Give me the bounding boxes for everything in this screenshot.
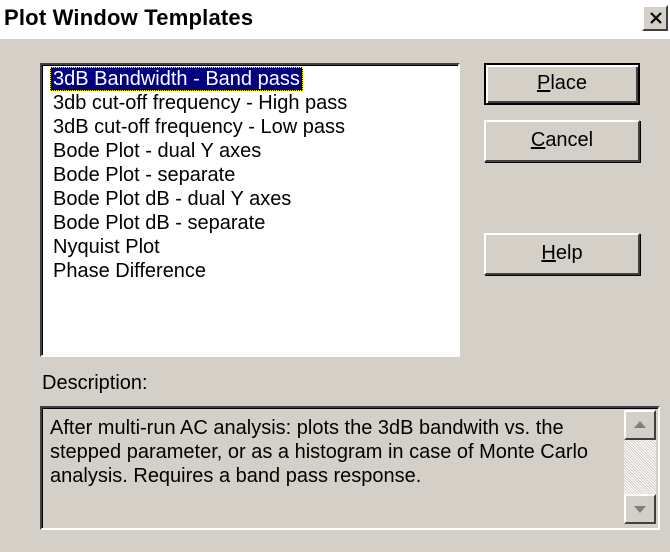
scroll-down-button[interactable] [624,494,656,524]
place-accel: P [536,72,551,94]
description-scrollbar[interactable] [624,410,656,524]
place-button[interactable]: Place [484,63,640,105]
list-item[interactable]: Bode Plot - separate [50,163,238,187]
list-item[interactable]: Bode Plot dB - dual Y axes [50,187,294,211]
title-bar[interactable]: Plot Window Templates [0,0,670,39]
description-label: Description: [42,372,148,394]
description-box: After multi-run AC analysis: plots the 3… [40,406,660,530]
list-item[interactable]: Nyquist Plot [50,235,163,259]
arrow-up-icon [634,421,646,428]
arrow-down-icon [634,506,646,513]
list-item[interactable]: 3db cut-off frequency - High pass [50,91,350,115]
cancel-accel: C [530,129,546,151]
list-item[interactable]: Bode Plot dB - separate [50,211,268,235]
dialog-title: Plot Window Templates [4,5,254,30]
help-label: elp [555,242,583,264]
list-item[interactable]: Phase Difference [50,259,209,283]
help-button[interactable]: Help [484,233,640,275]
help-accel: H [541,242,556,264]
place-label: lace [550,72,588,94]
cancel-label: ancel [545,129,594,151]
scroll-up-button[interactable] [624,410,656,440]
description-text: After multi-run AC analysis: plots the 3… [50,417,589,487]
close-icon [650,12,662,24]
list-item[interactable]: 3dB cut-off frequency - Low pass [50,115,348,139]
cancel-button[interactable]: Cancel [484,120,640,162]
list-item[interactable]: 3dB Bandwidth - Band pass [50,67,303,91]
plot-window-templates-dialog: Plot Window Templates 3dB Bandwidth - Ba… [0,0,670,552]
template-list[interactable]: 3dB Bandwidth - Band pass 3db cut-off fr… [40,63,460,357]
close-button[interactable] [642,5,668,31]
list-item[interactable]: Bode Plot - dual Y axes [50,139,264,163]
